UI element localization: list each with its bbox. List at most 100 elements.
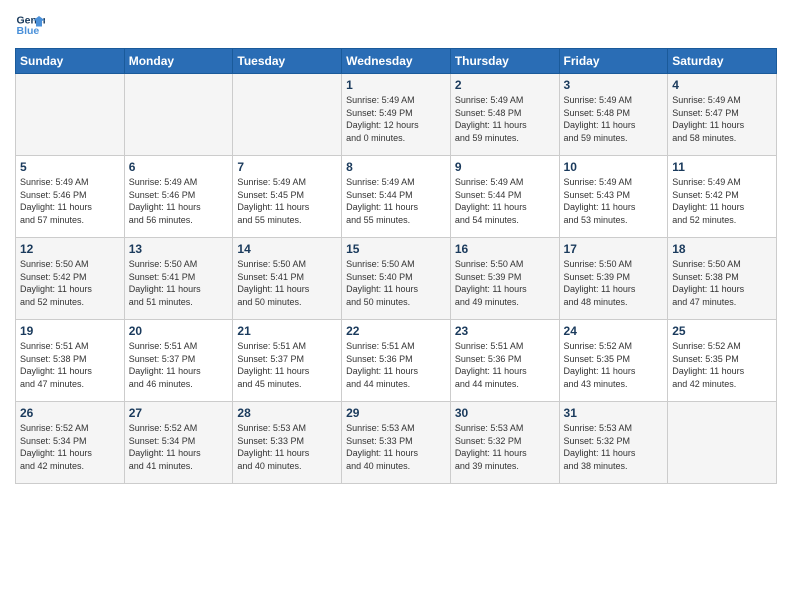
day-info: Sunrise: 5:52 AM Sunset: 5:35 PM Dayligh… — [672, 340, 772, 390]
calendar-cell: 9 Sunrise: 5:49 AM Sunset: 5:44 PM Daylig… — [450, 156, 559, 238]
day-number: 4 — [672, 78, 772, 92]
day-info: Sunrise: 5:50 AM Sunset: 5:38 PM Dayligh… — [672, 258, 772, 308]
calendar-cell: 18 Sunrise: 5:50 AM Sunset: 5:38 PM Dayli… — [668, 238, 777, 320]
calendar-cell: 29Sunrise: 5:53 AM Sunset: 5:33 PM Dayli… — [342, 402, 451, 484]
day-info: Sunrise: 5:49 AM Sunset: 5:46 PM Dayligh… — [20, 176, 120, 226]
day-info: Sunrise: 5:51 AM Sunset: 5:38 PM Dayligh… — [20, 340, 120, 390]
day-info: Sunrise: 5:49 AM Sunset: 5:47 PM Dayligh… — [672, 94, 772, 144]
day-number: 20 — [129, 324, 229, 338]
calendar-cell: 23 Sunrise: 5:51 AM Sunset: 5:36 PM Dayli… — [450, 320, 559, 402]
calendar-cell: 12 Sunrise: 5:50 AM Sunset: 5:42 PM Dayli… — [16, 238, 125, 320]
calendar-cell: 13 Sunrise: 5:50 AM Sunset: 5:41 PM Dayli… — [124, 238, 233, 320]
day-info: Sunrise: 5:53 AM Sunset: 5:32 PM Dayligh… — [455, 422, 555, 472]
day-info: Sunrise: 5:49 AM Sunset: 5:43 PM Dayligh… — [564, 176, 664, 226]
day-number: 31 — [564, 406, 664, 420]
day-number: 23 — [455, 324, 555, 338]
calendar-cell: 24 Sunrise: 5:52 AM Sunset: 5:35 PM Dayli… — [559, 320, 668, 402]
day-number: 18 — [672, 242, 772, 256]
column-header-sunday: Sunday — [16, 49, 125, 74]
day-info: Sunrise: 5:50 AM Sunset: 5:41 PM Dayligh… — [129, 258, 229, 308]
calendar-cell: 1 Sunrise: 5:49 AM Sunset: 5:49 PM Daylig… — [342, 74, 451, 156]
calendar-cell: 22 Sunrise: 5:51 AM Sunset: 5:36 PM Dayli… — [342, 320, 451, 402]
calendar-cell: 27 Sunrise: 5:52 AM Sunset: 5:34 PM Dayli… — [124, 402, 233, 484]
column-header-saturday: Saturday — [668, 49, 777, 74]
page-container: General Blue SundayMondayTuesdayWednesda… — [0, 0, 792, 494]
calendar-header-row: SundayMondayTuesdayWednesdayThursdayFrid… — [16, 49, 777, 74]
day-info: Sunrise: 5:49 AM Sunset: 5:45 PM Dayligh… — [237, 176, 337, 226]
calendar-table: SundayMondayTuesdayWednesdayThursdayFrid… — [15, 48, 777, 484]
day-info: Sunrise: 5:50 AM Sunset: 5:42 PM Dayligh… — [20, 258, 120, 308]
day-number: 8 — [346, 160, 446, 174]
day-number: 1 — [346, 78, 446, 92]
column-header-friday: Friday — [559, 49, 668, 74]
calendar-cell: 31 Sunrise: 5:53 AM Sunset: 5:32 PM Dayli… — [559, 402, 668, 484]
day-number: 19 — [20, 324, 120, 338]
svg-text:Blue: Blue — [17, 25, 40, 37]
calendar-cell — [16, 74, 125, 156]
calendar-week-row: 1 Sunrise: 5:49 AM Sunset: 5:49 PM Daylig… — [16, 74, 777, 156]
day-number: 22 — [346, 324, 446, 338]
day-info: Sunrise: 5:50 AM Sunset: 5:39 PM Dayligh… — [564, 258, 664, 308]
day-number: 6 — [129, 160, 229, 174]
day-info: Sunrise: 5:53 AM Sunset: 5:33 PM Dayligh… — [346, 422, 446, 472]
column-header-monday: Monday — [124, 49, 233, 74]
calendar-cell: 25 Sunrise: 5:52 AM Sunset: 5:35 PM Dayli… — [668, 320, 777, 402]
day-number: 13 — [129, 242, 229, 256]
calendar-week-row: 26Sunrise: 5:52 AM Sunset: 5:34 PM Dayli… — [16, 402, 777, 484]
calendar-week-row: 5 Sunrise: 5:49 AM Sunset: 5:46 PM Daylig… — [16, 156, 777, 238]
day-info: Sunrise: 5:50 AM Sunset: 5:40 PM Dayligh… — [346, 258, 446, 308]
day-info: Sunrise: 5:52 AM Sunset: 5:35 PM Dayligh… — [564, 340, 664, 390]
calendar-cell: 5 Sunrise: 5:49 AM Sunset: 5:46 PM Daylig… — [16, 156, 125, 238]
day-number: 17 — [564, 242, 664, 256]
logo-icon: General Blue — [15, 10, 45, 40]
day-info: Sunrise: 5:51 AM Sunset: 5:36 PM Dayligh… — [346, 340, 446, 390]
day-number: 9 — [455, 160, 555, 174]
day-number: 21 — [237, 324, 337, 338]
day-info: Sunrise: 5:49 AM Sunset: 5:46 PM Dayligh… — [129, 176, 229, 226]
calendar-cell: 15 Sunrise: 5:50 AM Sunset: 5:40 PM Dayli… — [342, 238, 451, 320]
calendar-cell: 8Sunrise: 5:49 AM Sunset: 5:44 PM Daylig… — [342, 156, 451, 238]
calendar-cell: 11Sunrise: 5:49 AM Sunset: 5:42 PM Dayli… — [668, 156, 777, 238]
day-number: 16 — [455, 242, 555, 256]
calendar-cell: 2Sunrise: 5:49 AM Sunset: 5:48 PM Daylig… — [450, 74, 559, 156]
day-number: 3 — [564, 78, 664, 92]
day-info: Sunrise: 5:53 AM Sunset: 5:32 PM Dayligh… — [564, 422, 664, 472]
calendar-cell — [233, 74, 342, 156]
day-number: 30 — [455, 406, 555, 420]
day-info: Sunrise: 5:51 AM Sunset: 5:37 PM Dayligh… — [129, 340, 229, 390]
day-number: 12 — [20, 242, 120, 256]
calendar-cell: 21 Sunrise: 5:51 AM Sunset: 5:37 PM Dayli… — [233, 320, 342, 402]
day-number: 25 — [672, 324, 772, 338]
calendar-cell — [668, 402, 777, 484]
calendar-cell: 10Sunrise: 5:49 AM Sunset: 5:43 PM Dayli… — [559, 156, 668, 238]
calendar-week-row: 12 Sunrise: 5:50 AM Sunset: 5:42 PM Dayli… — [16, 238, 777, 320]
column-header-wednesday: Wednesday — [342, 49, 451, 74]
day-number: 28 — [237, 406, 337, 420]
day-info: Sunrise: 5:49 AM Sunset: 5:44 PM Dayligh… — [455, 176, 555, 226]
calendar-cell: 30 Sunrise: 5:53 AM Sunset: 5:32 PM Dayli… — [450, 402, 559, 484]
day-number: 5 — [20, 160, 120, 174]
calendar-cell: 3 Sunrise: 5:49 AM Sunset: 5:48 PM Daylig… — [559, 74, 668, 156]
calendar-cell: 17 Sunrise: 5:50 AM Sunset: 5:39 PM Dayli… — [559, 238, 668, 320]
day-number: 15 — [346, 242, 446, 256]
calendar-cell: 16 Sunrise: 5:50 AM Sunset: 5:39 PM Dayli… — [450, 238, 559, 320]
logo: General Blue — [15, 10, 45, 40]
day-info: Sunrise: 5:51 AM Sunset: 5:37 PM Dayligh… — [237, 340, 337, 390]
day-info: Sunrise: 5:52 AM Sunset: 5:34 PM Dayligh… — [20, 422, 120, 472]
header: General Blue — [15, 10, 777, 40]
day-number: 11 — [672, 160, 772, 174]
column-header-tuesday: Tuesday — [233, 49, 342, 74]
day-info: Sunrise: 5:50 AM Sunset: 5:41 PM Dayligh… — [237, 258, 337, 308]
day-info: Sunrise: 5:52 AM Sunset: 5:34 PM Dayligh… — [129, 422, 229, 472]
calendar-cell: 14 Sunrise: 5:50 AM Sunset: 5:41 PM Dayli… — [233, 238, 342, 320]
day-info: Sunrise: 5:51 AM Sunset: 5:36 PM Dayligh… — [455, 340, 555, 390]
day-info: Sunrise: 5:49 AM Sunset: 5:48 PM Dayligh… — [564, 94, 664, 144]
calendar-cell: 7 Sunrise: 5:49 AM Sunset: 5:45 PM Daylig… — [233, 156, 342, 238]
day-number: 27 — [129, 406, 229, 420]
day-number: 7 — [237, 160, 337, 174]
day-number: 24 — [564, 324, 664, 338]
day-info: Sunrise: 5:49 AM Sunset: 5:49 PM Dayligh… — [346, 94, 446, 144]
day-number: 14 — [237, 242, 337, 256]
calendar-cell: 28Sunrise: 5:53 AM Sunset: 5:33 PM Dayli… — [233, 402, 342, 484]
day-info: Sunrise: 5:50 AM Sunset: 5:39 PM Dayligh… — [455, 258, 555, 308]
